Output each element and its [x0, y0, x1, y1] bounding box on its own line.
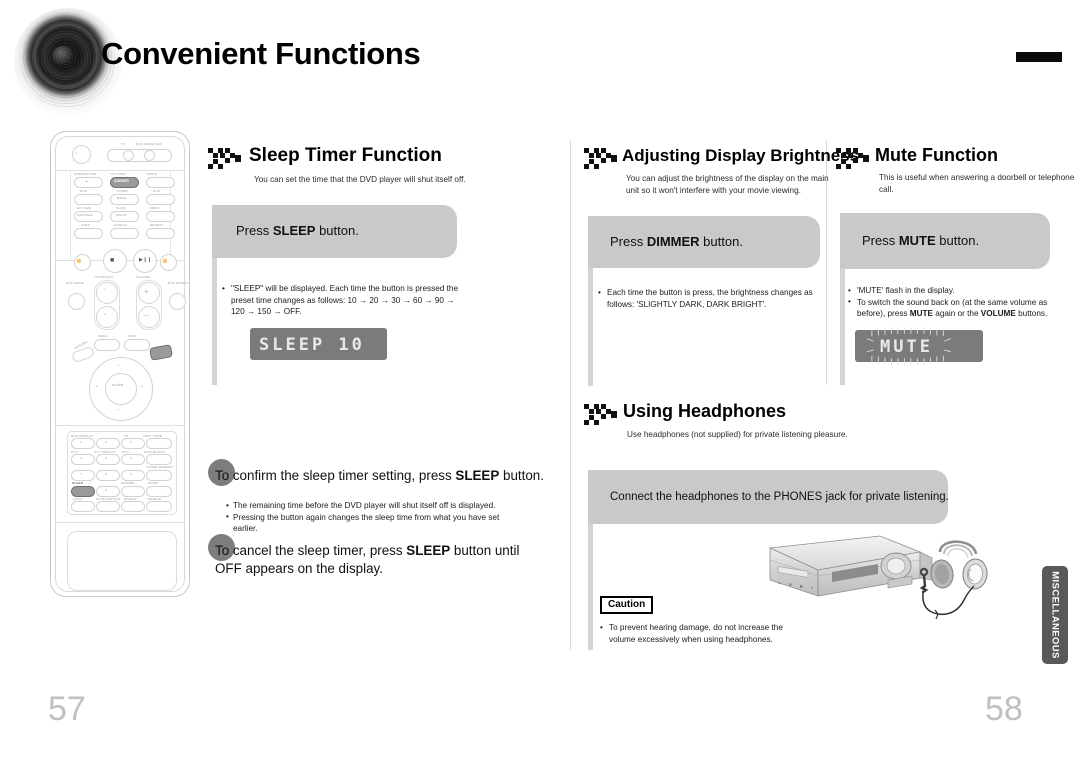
section-subtitle-using-headphones: Use headphones (not supplied) for privat…	[627, 430, 848, 439]
step-1-post: button.	[499, 468, 544, 483]
bullet-mute-2-b: MUTE	[909, 309, 933, 319]
lcd-sleep-display: SLEEP 10	[250, 328, 387, 360]
svg-text:▶: ▶	[800, 583, 804, 589]
section-subtitle-mute: This is useful when answering a doorbell…	[879, 173, 1075, 194]
chevron-pixel-icon	[584, 148, 617, 169]
banner-prefix-sleep: Press	[236, 223, 273, 238]
svg-text:⏸: ⏸	[811, 585, 813, 590]
step-1-notes: The remaining time before the DVD player…	[226, 500, 526, 535]
remote-label-tv: TV	[121, 142, 126, 146]
remote-label-sleep-keypad: SLEEP	[72, 481, 84, 485]
bullets-sleep-timer: "SLEEP" will be displayed. Each time the…	[222, 283, 462, 318]
remote-label-repeat: REPEAT	[150, 223, 164, 227]
side-tab-miscellaneous[interactable]: MISCELLANEOUS	[1042, 566, 1068, 664]
svg-text:■: ■	[789, 582, 792, 587]
page-number-right: 58	[985, 690, 1023, 728]
remote-label-volume: VOLUME	[136, 275, 151, 279]
page-number-left: 57	[48, 690, 86, 728]
banner-text-headphones: Connect the headphones to the PHONES jac…	[610, 491, 949, 503]
page-title: Convenient Functions	[101, 36, 421, 71]
side-tab-label: MISCELLANEOUS	[1049, 571, 1061, 659]
lcd-mute-display: MUTE	[855, 327, 983, 365]
banner-connect-headphones: Connect the headphones to the PHONES jac…	[588, 470, 949, 524]
step-1-note-1: The remaining time before the DVD player…	[226, 500, 526, 512]
step-text-1: To confirm the sleep timer setting, pres…	[215, 467, 545, 485]
section-title-display-brightness: Adjusting Display Brightness	[622, 146, 860, 165]
section-title-sleep-timer: Sleep Timer Function	[249, 145, 442, 166]
step-2-pre: To cancel the sleep timer, press	[215, 543, 407, 558]
remote-label-mode: MODE	[147, 172, 158, 176]
caution-badge: Caution	[600, 596, 654, 614]
remote-label-mo-st: MO/ST	[116, 213, 127, 217]
remote-label-dsp-effect: DSP EFFECT	[168, 281, 190, 285]
chevron-pixel-icon	[836, 148, 869, 169]
bullet-mute-1: 'MUTE' flash in the display.	[848, 285, 1063, 297]
remote-label-menu-2: MENU	[98, 334, 108, 338]
remote-label-ex-view: EX.VIEW	[77, 206, 92, 210]
step-1-pre: To confirm the sleep timer setting, pres…	[215, 468, 456, 483]
section-title-mute: Mute Function	[875, 145, 998, 165]
bullet-dimmer-1: Each time the button is press, the brigh…	[598, 286, 813, 310]
remote-label-dvd-receiver: DVD RECEIVER	[136, 142, 162, 146]
remote-label-dvd: DVD	[80, 189, 88, 193]
remote-label-original: ORIGINAL	[77, 213, 94, 217]
lcd-mute-text: MUTE	[880, 337, 933, 357]
step-2-strong: SLEEP	[406, 543, 451, 558]
banner-press-sleep: Press SLEEP button.	[212, 205, 457, 258]
bullet-mute-2-d: VOLUME	[980, 309, 1016, 319]
remote-label-tuner-memory: TUNER MEMORY	[146, 465, 174, 469]
page-header: Convenient Functions	[0, 0, 1080, 120]
remote-label-menu: MENU	[150, 206, 160, 210]
chevron-pixel-icon	[584, 404, 617, 425]
bullet-mute-2: To switch the sound back on (at the same…	[848, 296, 1063, 320]
banner-prefix-dimmer: Press	[610, 234, 647, 249]
bullets-mute: 'MUTE' flash in the display. To switch t…	[848, 285, 1063, 320]
remote-label-dimmer-keypad: DIMMER	[121, 481, 135, 485]
banner-strong-sleep: SLEEP	[272, 223, 316, 238]
banner-press-dimmer: Press DIMMER button.	[588, 216, 820, 268]
remote-label-tuning-ch: TUNING/CH	[94, 275, 113, 279]
remote-label-dimmer-top: DIMMER	[114, 179, 129, 183]
banner-prefix-mute: Press	[862, 233, 899, 248]
remote-label-open-close: OPEN/CLOSE	[74, 172, 97, 176]
bullet-sleep-1: "SLEEP" will be displayed. Each time the…	[222, 283, 462, 318]
remote-label-step: STEP	[81, 223, 90, 227]
bullets-display-brightness: Each time the button is press, the brigh…	[598, 286, 813, 310]
caution-bullet-1: To prevent hearing damage, do not increa…	[600, 621, 800, 645]
remote-label-band: BAND	[117, 196, 127, 200]
remote-label-aux: AUX	[153, 189, 160, 193]
banner-strong-mute: MUTE	[898, 233, 936, 248]
corner-bar-decoration	[1016, 52, 1062, 62]
caution-bullets: To prevent hearing damage, do not increa…	[600, 621, 800, 645]
bullet-mute-2-e: buttons.	[1015, 309, 1048, 319]
step-text-2: To cancel the sleep timer, press SLEEP b…	[215, 542, 525, 578]
remote-control-illustration: ⏻ TV DVD RECEIVER OPEN/CLOSE TV/VIDEO MO…	[50, 131, 190, 597]
section-subtitle-display-brightness: You can adjust the brightness of the dis…	[626, 174, 829, 195]
svg-text:●: ●	[778, 580, 781, 585]
remote-label-cancel: CANCEL	[114, 223, 128, 227]
remote-label-tv-video: TV/VIDEO	[110, 172, 127, 176]
banner-suffix-mute: button.	[935, 233, 980, 248]
banner-strong-dimmer: DIMMER	[646, 234, 700, 249]
section-title-using-headphones: Using Headphones	[623, 401, 787, 421]
remote-button-sleep[interactable]	[71, 486, 95, 497]
chevron-pixel-icon	[208, 148, 241, 169]
remote-label-dsp-mode: DSP MODE	[66, 281, 85, 285]
divider-left	[570, 140, 571, 650]
remote-label-info: INFO	[128, 334, 137, 338]
banner-press-mute: Press MUTE button.	[840, 213, 1050, 269]
step-1-note-2: Pressing the button again changes the sl…	[226, 511, 526, 535]
manual-page: Convenient Functions ⏻ TV DVD RECEIVER O…	[0, 0, 1080, 763]
bullet-mute-2-c: again or the	[933, 309, 981, 319]
step-1-strong: SLEEP	[455, 468, 500, 483]
remote-label-tuner: TUNER	[116, 189, 128, 193]
remote-label-zoom: ZOOM	[148, 481, 159, 485]
remote-label-enter: ENTER	[112, 383, 124, 387]
remote-label-slow: SLOW	[116, 206, 126, 210]
lcd-sleep-text: SLEEP 10	[259, 335, 365, 355]
banner-suffix-sleep: button.	[315, 223, 359, 238]
banner-suffix-dimmer: button.	[699, 234, 743, 249]
section-subtitle-sleep-timer: You can set the time that the DVD player…	[254, 175, 466, 184]
